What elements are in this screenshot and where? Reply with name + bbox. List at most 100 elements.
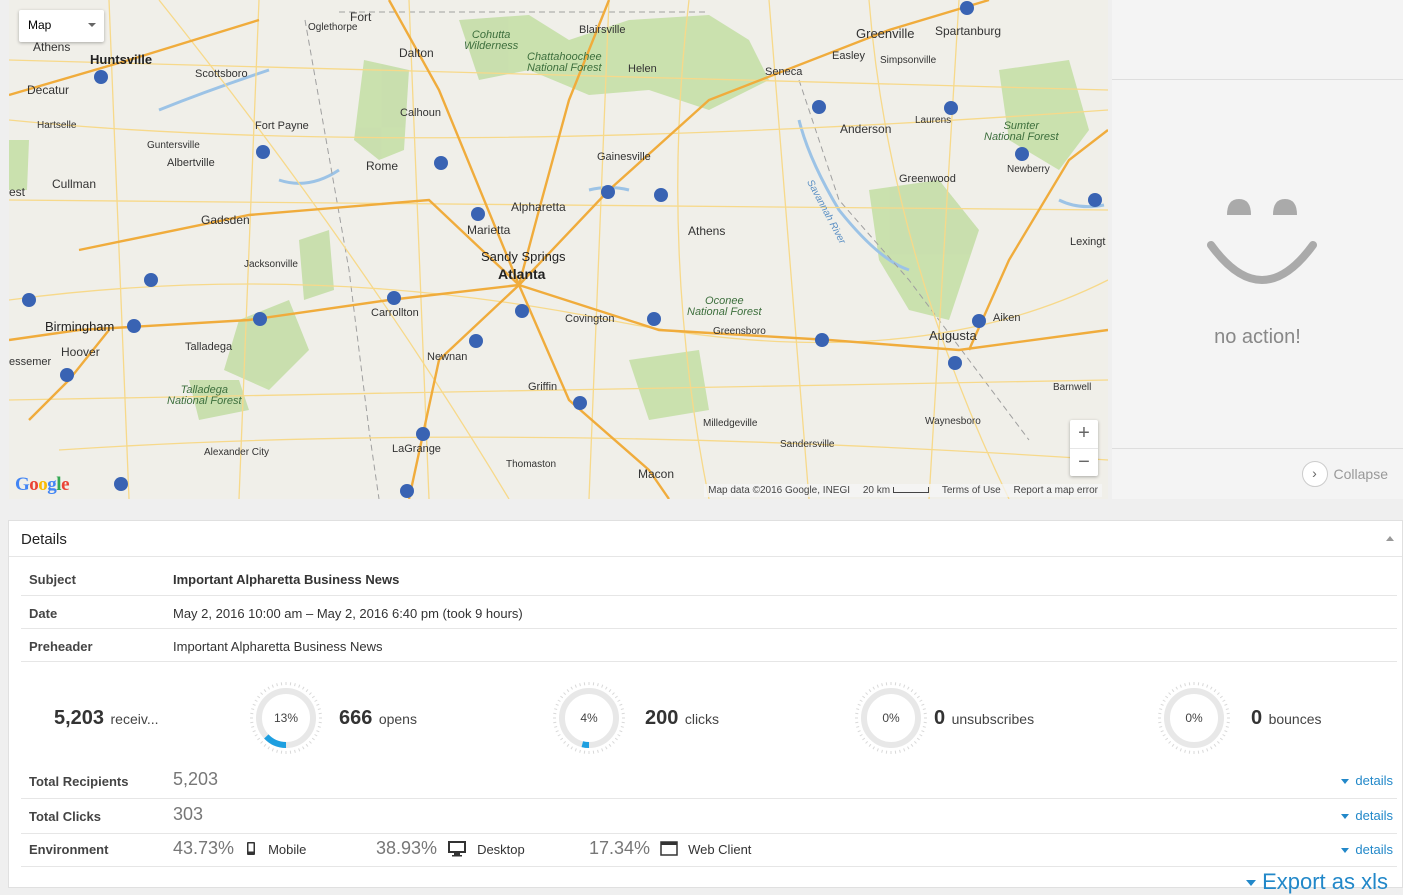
map-label: essemer: [9, 356, 51, 368]
logo-letter: e: [61, 474, 69, 495]
map-label: Hartselle: [37, 120, 76, 131]
env-mobile: 43.73% Mobile: [173, 838, 306, 859]
map-label: Thomaston: [506, 459, 556, 470]
total-clicks-row: Total Clicks 303 details: [21, 799, 1397, 834]
map-label: Hoover: [61, 345, 100, 359]
clicks-count: 200: [645, 707, 678, 729]
map-label: LaGrange: [392, 443, 441, 455]
map-label: Dalton: [399, 46, 434, 60]
map-label: Jacksonville: [244, 259, 298, 270]
map-label: Seneca: [765, 66, 802, 78]
map-type-label: Map: [28, 18, 51, 32]
map-scale: 20 km: [863, 485, 929, 496]
google-logo[interactable]: Google: [15, 474, 69, 496]
map-label: Blairsville: [579, 24, 625, 36]
details-header[interactable]: Details: [9, 521, 1402, 557]
clicks-details-link[interactable]: details: [1341, 808, 1393, 823]
map-label: Rome: [366, 159, 398, 173]
logo-letter: G: [15, 474, 29, 495]
details-title: Details: [21, 531, 67, 548]
map-label: Talladega: [185, 341, 232, 353]
total-clicks-label: Total Clicks: [29, 809, 101, 824]
zoom-in-button[interactable]: +: [1070, 420, 1098, 448]
subject-label: Subject: [29, 572, 76, 587]
map-label: Guntersville: [147, 140, 200, 151]
map-label: Milledgeville: [703, 418, 757, 429]
received-count: 5,203: [54, 707, 104, 729]
desktop-icon: [447, 840, 467, 857]
unsubscribes-percent: 0%: [854, 681, 928, 755]
map-label: Huntsville: [90, 52, 152, 67]
bounces-donut: 0%: [1157, 681, 1231, 755]
env-desktop: 38.93% Desktop: [376, 838, 525, 859]
logo-letter: o: [38, 474, 47, 495]
map-label: Athens: [688, 224, 725, 238]
total-recipients-row: Total Recipients 5,203 details: [21, 764, 1397, 799]
map-label: Waynesboro: [925, 416, 981, 427]
map-label: Marietta: [467, 223, 510, 237]
environment-details-link[interactable]: details: [1341, 842, 1393, 857]
map-label: Sandersville: [780, 439, 834, 450]
map-label: Gadsden: [201, 213, 250, 227]
env-web-percent: 17.34%: [589, 838, 650, 859]
subject-row: Subject Important Alpharetta Business Ne…: [21, 558, 1397, 596]
recipients-details-link[interactable]: details: [1341, 773, 1393, 788]
export-xls-button[interactable]: Export as xls: [1246, 869, 1388, 895]
terms-link[interactable]: Terms of Use: [942, 485, 1001, 496]
subject-value: Important Alpharetta Business News: [173, 572, 399, 587]
action-panel: no action! › Collapse: [1112, 0, 1403, 499]
bounces-percent: 0%: [1157, 681, 1231, 755]
collapse-up-icon[interactable]: [1386, 536, 1394, 541]
map-label: Cullman: [52, 177, 96, 191]
env-web-label: Web Client: [688, 842, 751, 857]
map-label: Spartanburg: [935, 24, 1001, 38]
map-label: Sumter National Forest: [984, 121, 1059, 143]
env-mobile-label: Mobile: [268, 842, 306, 857]
map-label: Chattahoochee National Forest: [527, 52, 602, 74]
map-label: Gainesville: [597, 151, 651, 163]
scale-bar-icon: [893, 487, 929, 493]
opens-count: 666: [339, 707, 372, 729]
map[interactable]: Athens Huntsville Scottsboro Decatur Har…: [9, 0, 1108, 499]
mobile-icon: [244, 841, 258, 857]
empty-state-message: no action!: [1112, 326, 1403, 349]
report-error-link[interactable]: Report a map error: [1014, 485, 1098, 496]
map-attribution: Map data ©2016 Google, INEGI 20 km Terms…: [704, 484, 1102, 497]
map-label: Augusta: [929, 328, 977, 343]
preheader-row: Preheader Important Alpharetta Business …: [21, 629, 1397, 662]
total-recipients-value: 5,203: [173, 769, 218, 790]
map-label: Carrollton: [371, 307, 419, 319]
unsubscribes-unit: unsubscribes: [952, 711, 1035, 727]
map-label: Newberry: [1007, 164, 1050, 175]
date-value: May 2, 2016 10:00 am – May 2, 2016 6:40 …: [173, 606, 523, 621]
env-desktop-label: Desktop: [477, 842, 525, 857]
preheader-label: Preheader: [29, 639, 93, 654]
map-label: Griffin: [528, 381, 557, 393]
unsubscribes-donut: 0%: [854, 681, 928, 755]
clicks-donut: 4%: [552, 681, 626, 755]
environment-label: Environment: [29, 842, 108, 857]
map-data-credit: Map data ©2016 Google, INEGI: [708, 485, 850, 496]
collapse-button[interactable]: › Collapse: [1302, 461, 1388, 487]
map-label: Alexander City: [204, 447, 269, 458]
map-label: Oconee National Forest: [687, 296, 762, 318]
env-web: 17.34% Web Client: [589, 838, 751, 859]
logo-letter: g: [47, 474, 56, 495]
map-label: Cohutta Wilderness: [464, 30, 518, 52]
map-type-select[interactable]: Map: [19, 10, 104, 42]
map-label: Greenwood: [899, 173, 956, 185]
date-row: Date May 2, 2016 10:00 am – May 2, 2016 …: [21, 596, 1397, 629]
map-label: Macon: [638, 467, 674, 481]
zoom-out-button[interactable]: −: [1070, 448, 1098, 476]
zoom-control: + −: [1070, 420, 1098, 476]
map-label: Sandy Springs: [481, 249, 566, 264]
action-panel-header: [1112, 0, 1403, 80]
map-label: Fort Payne: [255, 120, 309, 132]
smiley-icon: [1207, 195, 1317, 290]
details-panel: Details Subject Important Alpharetta Bus…: [8, 520, 1403, 888]
map-label: Greenville: [856, 26, 915, 41]
clicks-percent: 4%: [552, 681, 626, 755]
total-clicks-value: 303: [173, 804, 203, 825]
clicks-unit: clicks: [685, 711, 719, 727]
map-label: Laurens: [915, 115, 951, 126]
